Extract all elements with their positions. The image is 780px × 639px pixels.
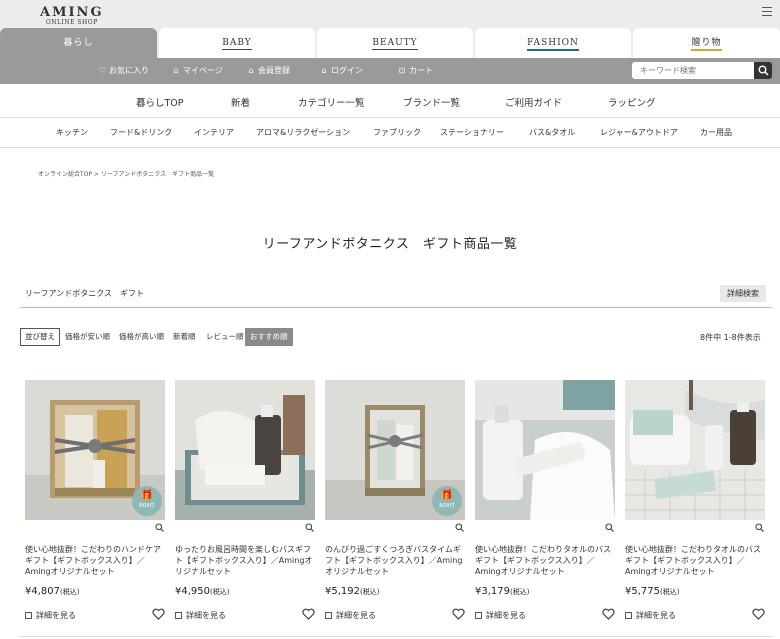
nav-new[interactable]: 新着: [231, 95, 250, 109]
product-image[interactable]: [625, 380, 765, 520]
favorite-heart-icon[interactable]: [452, 608, 465, 620]
subnav-aroma[interactable]: アロマ&リラクゼーション: [256, 127, 350, 138]
logo-name: AMING: [40, 5, 104, 20]
zoom-icon[interactable]: [755, 523, 764, 532]
document-icon: [175, 612, 182, 619]
favorite-heart-icon[interactable]: [752, 608, 765, 620]
lock-icon: ⌂: [321, 66, 327, 75]
hamburger-menu-icon[interactable]: [762, 7, 772, 17]
divider: [20, 307, 772, 308]
subnav-interior[interactable]: インテリア: [194, 127, 234, 138]
favorite-heart-icon[interactable]: [302, 608, 315, 620]
document-icon: [325, 612, 332, 619]
zoom-icon[interactable]: [605, 523, 614, 532]
detail-link[interactable]: 詳細を見る: [475, 610, 526, 621]
favorite-heart-icon[interactable]: [602, 608, 615, 620]
document-icon: [475, 612, 482, 619]
document-icon: [25, 612, 32, 619]
favorites-link[interactable]: ♡ お気に入り: [98, 66, 149, 76]
search-icon: [758, 65, 769, 76]
subnav-food-drink[interactable]: フード&ドリンク: [110, 127, 172, 138]
detail-link[interactable]: 詳細を見る: [625, 610, 676, 621]
nav-brands[interactable]: ブランド一覧: [403, 95, 460, 109]
mypage-link[interactable]: ⌂ マイページ: [172, 66, 222, 76]
sort-recommended[interactable]: おすすめ順: [245, 328, 293, 346]
category-tabs: 暮らし BABY BEAUTY FASHION 贈り物: [0, 28, 780, 58]
tab-fashion[interactable]: FASHION: [475, 28, 631, 58]
zoom-icon[interactable]: [305, 523, 314, 532]
sub-nav: キッチン フード&ドリンク インテリア アロマ&リラクゼーション ファブリック …: [0, 118, 780, 148]
product-name[interactable]: 使い心地抜群！こだわりタオルのバスギフト【ギフトボックス入り】／Amingオリジ…: [625, 544, 767, 577]
product-price: ¥5,775(税込): [625, 586, 680, 597]
sort-price-asc[interactable]: 価格が安い順: [65, 328, 110, 346]
product-price: ¥4,807(税込): [25, 586, 80, 597]
logo-sub: ONLINE SHOP: [45, 19, 98, 26]
divider: [20, 636, 772, 637]
advanced-search-button[interactable]: 詳細検索: [720, 285, 766, 302]
product-image[interactable]: [175, 380, 315, 520]
product-image[interactable]: 🎁 BOX付: [325, 380, 465, 520]
nav-categories[interactable]: カテゴリー一覧: [298, 95, 365, 109]
gift-icon: 🎁: [440, 490, 454, 501]
cart-link[interactable]: ⊡ カート: [398, 66, 433, 76]
tab-beauty[interactable]: BEAUTY: [317, 28, 473, 58]
zoom-icon[interactable]: [155, 523, 164, 532]
favorite-heart-icon[interactable]: [152, 608, 165, 620]
product-name[interactable]: 使い心地抜群！こだわりタオルのバスギフト【ギフトボックス入り】／Amingオリジ…: [475, 544, 617, 577]
sort-price-desc[interactable]: 価格が高い順: [119, 328, 164, 346]
detail-link[interactable]: 詳細を見る: [25, 610, 76, 621]
breadcrumb[interactable]: オンライン総合TOP > リーフアンドボタニクス ギフト商品一覧: [38, 169, 214, 178]
nav-wrapping[interactable]: ラッピング: [608, 95, 656, 109]
lock-icon: ⌂: [248, 66, 254, 75]
document-icon: [625, 612, 632, 619]
tab-baby[interactable]: BABY: [159, 28, 315, 58]
gift-icon: 🎁: [140, 490, 154, 501]
heart-icon: ♡: [98, 66, 106, 75]
product-name[interactable]: のんびり過ごすくつろぎバスタイムギフト【ギフトボックス入り】／Amingオリジナ…: [325, 544, 467, 577]
utility-bar: ♡ お気に入り ⌂ マイページ ⌂ 会員登録 ⌂ ログイン ⊡ カート: [0, 58, 780, 84]
product-price: ¥4,950(税込): [175, 586, 230, 597]
cart-icon: ⊡: [398, 66, 406, 75]
page-title: リーフアンドボタニクス ギフト商品一覧: [262, 237, 518, 252]
result-count: 8件中 1-8件表示: [700, 333, 761, 342]
product-name[interactable]: 使い心地抜群！こだわりのハンドケアギフト【ギフトボックス入り】／Amingオリジ…: [25, 544, 167, 577]
tab-gift[interactable]: 贈り物: [633, 28, 780, 58]
subnav-bath-towel[interactable]: バス&タオル: [529, 127, 575, 138]
product-image[interactable]: [475, 380, 615, 520]
nav-guide[interactable]: ご利用ガイド: [505, 95, 562, 109]
sort-reviews[interactable]: レビュー順: [206, 328, 244, 346]
product-price: ¥3,179(税込): [475, 586, 530, 597]
lock-icon: ⌂: [173, 66, 179, 75]
subnav-car[interactable]: カー用品: [700, 127, 732, 138]
subnav-kitchen[interactable]: キッチン: [56, 127, 88, 138]
search-input[interactable]: [632, 62, 754, 79]
site-logo[interactable]: AMING ONLINE SHOP: [40, 6, 104, 26]
box-badge: 🎁 BOX付: [132, 486, 162, 516]
sort-newest[interactable]: 新着順: [173, 328, 196, 346]
zoom-icon[interactable]: [455, 523, 464, 532]
tab-kurashi[interactable]: 暮らし: [0, 28, 157, 58]
search-button[interactable]: [754, 62, 772, 79]
detail-link[interactable]: 詳細を見る: [175, 610, 226, 621]
sort-label: 並び替え: [20, 328, 60, 346]
register-link[interactable]: ⌂ 会員登録: [247, 66, 290, 76]
top-bar: AMING ONLINE SHOP: [0, 0, 780, 28]
detail-link[interactable]: 詳細を見る: [325, 610, 376, 621]
subnav-leisure[interactable]: レジャー&アウトドア: [600, 127, 678, 138]
subnav-fabric[interactable]: ファブリック: [373, 127, 421, 138]
product-name[interactable]: ゆったりお風呂時間を楽しむバスギフト【ギフトボックス入り】／Amingオリジナル…: [175, 544, 317, 577]
main-nav: 暮らしTOP 新着 カテゴリー一覧 ブランド一覧 ご利用ガイド ラッピング: [0, 84, 780, 118]
subnav-stationery[interactable]: ステーショナリー: [440, 127, 504, 138]
product-image[interactable]: 🎁 BOX付: [25, 380, 165, 520]
product-price: ¥5,192(税込): [325, 586, 380, 597]
login-link[interactable]: ⌂ ログイン: [320, 66, 363, 76]
filter-label: リーフアンドボタニクス ギフト: [25, 289, 144, 298]
box-badge: 🎁 BOX付: [432, 486, 462, 516]
nav-kurashi-top[interactable]: 暮らしTOP: [136, 95, 184, 109]
